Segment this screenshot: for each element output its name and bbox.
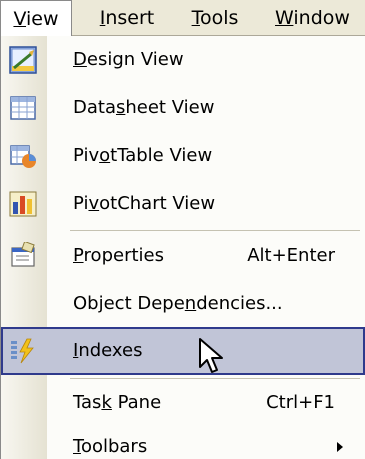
menu-item-toolbars[interactable]: Toolbars	[1, 423, 365, 459]
menu-item-label: Indexes	[73, 340, 143, 361]
menu-tools-accel: T	[191, 7, 200, 29]
menu-insert[interactable]: Insert	[82, 0, 172, 36]
shortcut-text: Alt+Enter	[247, 245, 335, 266]
design-view-icon	[9, 46, 37, 74]
indexes-icon	[9, 337, 37, 365]
menu-item-indexes[interactable]: Indexes	[1, 327, 365, 375]
menu-item-pivotchart-view[interactable]: PivotChart View	[1, 180, 365, 228]
menu-view-accel: V	[13, 8, 27, 30]
menu-window[interactable]: Window	[260, 0, 365, 36]
menu-item-properties[interactable]: Properties Alt+Enter	[1, 232, 365, 280]
submenu-arrow-icon	[337, 442, 343, 452]
app-root: View Insert Tools Window Design View Dat…	[0, 0, 365, 459]
menu-separator	[70, 230, 360, 231]
menu-window-post: indow	[293, 7, 350, 29]
menu-view[interactable]: View	[0, 0, 72, 36]
menu-item-label: Task Pane	[73, 392, 162, 413]
menu-tools-post: ools	[199, 7, 239, 29]
menu-item-label: Design View	[73, 49, 184, 70]
menu-item-label: PivotTable View	[73, 145, 213, 166]
menu-tools[interactable]: Tools	[174, 0, 256, 36]
menu-item-task-pane[interactable]: Task Pane Ctrl+F1	[1, 379, 365, 427]
menu-item-label: PivotChart View	[73, 193, 216, 214]
shortcut-text: Ctrl+F1	[266, 392, 335, 413]
menu-bar: View Insert Tools Window	[0, 0, 365, 36]
menu-item-design-view[interactable]: Design View	[1, 36, 365, 84]
menu-insert-post: nsert	[105, 7, 155, 29]
menu-item-label: Toolbars	[73, 436, 148, 457]
mouse-cursor-icon	[198, 337, 234, 377]
properties-icon	[9, 240, 37, 270]
menu-item-label: Datasheet View	[73, 97, 215, 118]
menu-window-accel: W	[275, 7, 294, 29]
pivotchart-view-icon	[9, 190, 37, 218]
menu-item-label: Object Dependencies...	[73, 293, 283, 314]
menu-item-label: Properties	[73, 245, 164, 266]
datasheet-view-icon	[9, 94, 37, 122]
menu-item-object-dependencies[interactable]: Object Dependencies...	[1, 280, 365, 328]
menu-item-datasheet-view[interactable]: Datasheet View	[1, 84, 365, 132]
menu-view-post: iew	[26, 8, 59, 30]
pivottable-view-icon	[9, 142, 37, 170]
menu-item-pivottable-view[interactable]: PivotTable View	[1, 132, 365, 180]
